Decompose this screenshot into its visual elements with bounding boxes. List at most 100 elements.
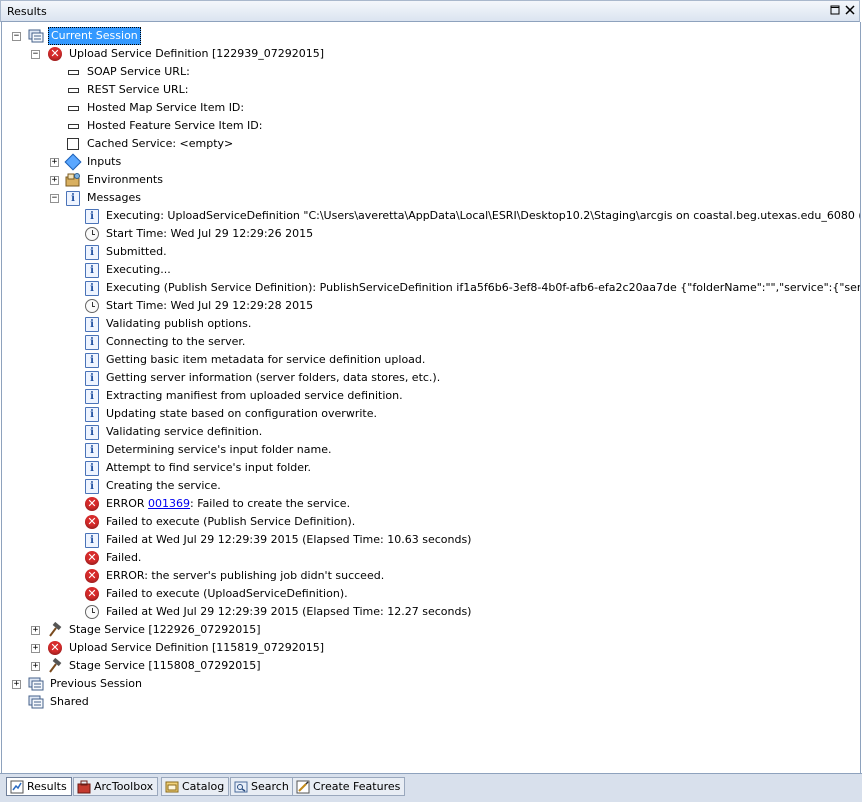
message-text: Executing: UploadServiceDefinition "C:\U… <box>106 209 861 222</box>
cached-label: Cached Service: <empty> <box>87 137 234 150</box>
message-item-error[interactable]: ✕ Failed to execute (UploadServiceDefinit… <box>84 585 350 603</box>
info-icon: i <box>84 388 100 404</box>
message-text: Start Time: Wed Jul 29 12:29:26 2015 <box>106 227 314 240</box>
parameter-icon <box>65 64 81 80</box>
message-item-error[interactable]: ✕ ERROR: the server's publishing job didn… <box>84 567 386 585</box>
collapse-current-session[interactable]: − <box>12 32 21 41</box>
tree-item-previous-session[interactable]: Previous Session <box>28 675 144 693</box>
expand-upload-2[interactable]: + <box>31 644 40 653</box>
error-icon: ✕ <box>47 640 63 656</box>
tree-item-upload-2[interactable]: ✕ Upload Service Definition [115819_0729… <box>47 639 326 657</box>
param-label: Hosted Feature Service Item ID: <box>87 119 263 132</box>
info-icon: i <box>84 442 100 458</box>
session-icon <box>28 28 44 44</box>
message-text: Failed to execute (Publish Service Defin… <box>106 515 356 528</box>
error-code-link[interactable]: 001369 <box>148 497 190 510</box>
search-icon <box>234 780 248 794</box>
expand-stage-2[interactable]: + <box>31 662 40 671</box>
toolbox-icon <box>77 780 91 794</box>
session-icon <box>28 676 44 692</box>
message-text: Failed. <box>106 551 142 564</box>
collapse-messages[interactable]: − <box>50 194 59 203</box>
message-item[interactable]: i Validating service definition. <box>84 423 264 441</box>
tree-item-param[interactable]: REST Service URL: <box>65 81 190 99</box>
message-item[interactable]: i Updating state based on configuration o… <box>84 405 379 423</box>
parameter-icon <box>65 82 81 98</box>
environments-label: Environments <box>87 173 163 186</box>
message-item[interactable]: Start Time: Wed Jul 29 12:29:28 2015 <box>84 297 315 315</box>
tab-create-features[interactable]: Create Features <box>292 777 406 796</box>
tree-item-param[interactable]: Hosted Map Service Item ID: <box>65 99 246 117</box>
restore-icon[interactable] <box>829 5 841 17</box>
expand-stage-1[interactable]: + <box>31 626 40 635</box>
message-text: Extracting manifiest from uploaded servi… <box>106 389 403 402</box>
message-text: Failed to execute (UploadServiceDefiniti… <box>106 587 348 600</box>
tree-item-upload-1[interactable]: ✕ Upload Service Definition [122939_0729… <box>47 45 326 63</box>
message-text: Determining service's input folder name. <box>106 443 332 456</box>
tab-catalog[interactable]: Catalog <box>161 777 230 796</box>
message-item[interactable]: i Extracting manifiest from uploaded serv… <box>84 387 405 405</box>
expand-previous-session[interactable]: + <box>12 680 21 689</box>
expand-inputs[interactable]: + <box>50 158 59 167</box>
tab-label: Search <box>251 780 289 793</box>
expand-environments[interactable]: + <box>50 176 59 185</box>
message-text: Updating state based on configuration ov… <box>106 407 377 420</box>
inputs-label: Inputs <box>87 155 122 168</box>
message-item[interactable]: i Executing... <box>84 261 173 279</box>
inputs-diamond-icon <box>64 153 82 171</box>
tab-arctoolbox[interactable]: ArcToolbox <box>73 777 159 796</box>
message-item-error[interactable]: ✕ Failed. <box>84 549 143 567</box>
collapse-upload-1[interactable]: − <box>31 50 40 59</box>
message-item[interactable]: i Connecting to the server. <box>84 333 247 351</box>
tab-label: Create Features <box>313 780 401 793</box>
results-icon <box>10 780 24 794</box>
results-window-titlebar: Results <box>0 0 860 22</box>
message-item[interactable]: Start Time: Wed Jul 29 12:29:26 2015 <box>84 225 315 243</box>
message-item[interactable]: i Validating publish options. <box>84 315 253 333</box>
param-label: REST Service URL: <box>87 83 189 96</box>
message-item[interactable]: i Executing: UploadServiceDefinition "C:\… <box>84 207 861 225</box>
message-item[interactable]: i Determining service's input folder name… <box>84 441 333 459</box>
message-item[interactable]: i Attempt to find service's input folder. <box>84 459 313 477</box>
hammer-icon <box>47 658 63 674</box>
tree-item-param[interactable]: Hosted Feature Service Item ID: <box>65 117 264 135</box>
info-icon: i <box>84 406 100 422</box>
tab-label: ArcToolbox <box>94 780 154 793</box>
message-item[interactable]: i Getting server information (server fold… <box>84 369 442 387</box>
tree-item-messages[interactable]: i Messages <box>65 189 143 207</box>
tree-item-shared[interactable]: Shared <box>28 693 91 711</box>
tree-item-stage-2[interactable]: Stage Service [115808_07292015] <box>47 657 263 675</box>
message-item[interactable]: i Submitted. <box>84 243 169 261</box>
error-icon: ✕ <box>84 568 100 584</box>
message-text: Creating the service. <box>106 479 221 492</box>
close-icon[interactable] <box>844 5 856 17</box>
tree-item-inputs[interactable]: Inputs <box>64 153 123 171</box>
message-text: Getting basic item metadata for service … <box>106 353 426 366</box>
info-icon: i <box>84 532 100 548</box>
message-item[interactable]: i Failed at Wed Jul 29 12:29:39 2015 (Ela… <box>84 531 473 549</box>
tree-item-stage-1[interactable]: Stage Service [122926_07292015] <box>47 621 263 639</box>
message-item[interactable]: i Getting basic item metadata for service… <box>84 351 427 369</box>
shared-label: Shared <box>50 695 89 708</box>
tab-label: Results <box>27 780 67 793</box>
tree-item-param[interactable]: SOAP Service URL: <box>65 63 192 81</box>
stage-1-label: Stage Service [122926_07292015] <box>69 623 261 636</box>
tree-item-current-session[interactable]: Current Session <box>28 27 141 45</box>
tree-item-environments[interactable]: Environments <box>65 171 165 189</box>
message-item-error[interactable]: ✕ ERROR 001369: Failed to create the ser… <box>84 495 352 513</box>
messages-label: Messages <box>87 191 141 204</box>
create-features-icon <box>296 780 310 794</box>
window-title: Results <box>7 5 47 18</box>
message-item-error[interactable]: ✕ Failed to execute (Publish Service Defi… <box>84 513 357 531</box>
message-item[interactable]: i Executing (Publish Service Definition):… <box>84 279 860 297</box>
message-item[interactable]: i Creating the service. <box>84 477 223 495</box>
tab-search[interactable]: Search <box>230 777 294 796</box>
tree-item-cached-service[interactable]: Cached Service: <empty> <box>65 135 235 153</box>
message-item[interactable]: Failed at Wed Jul 29 12:29:39 2015 (Elap… <box>84 603 473 621</box>
current-session-label: Current Session <box>48 27 141 45</box>
param-label: SOAP Service URL: <box>87 65 190 78</box>
upload-1-label: Upload Service Definition [122939_072920… <box>69 47 325 60</box>
info-icon: i <box>84 460 100 476</box>
tab-results[interactable]: Results <box>6 777 72 796</box>
info-icon: i <box>65 190 81 206</box>
